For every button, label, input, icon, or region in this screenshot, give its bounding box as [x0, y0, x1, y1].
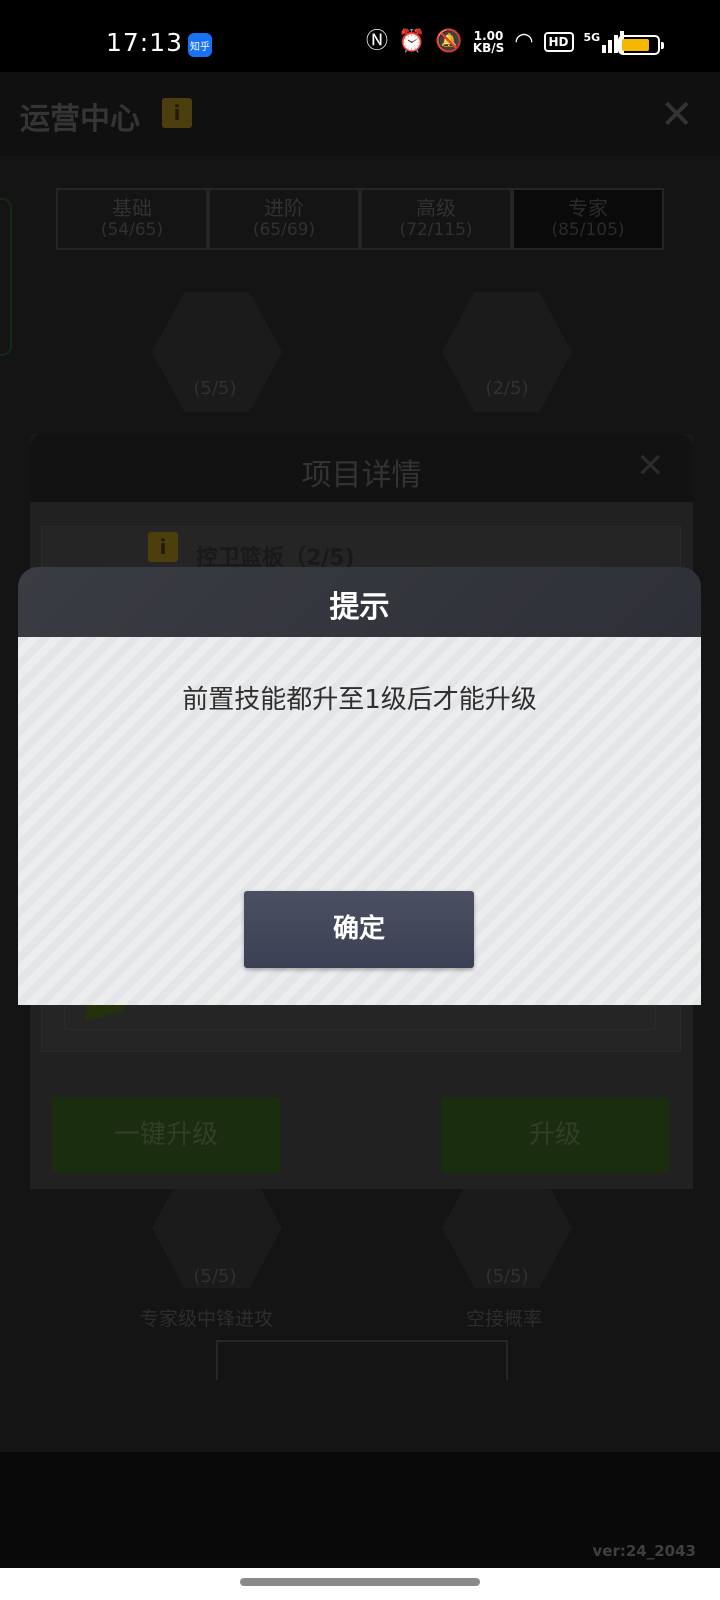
status-icons: Ⓝ ⏰ 🔕 1.00 KB/S ◠ HD 5G: [366, 29, 625, 54]
confirm-button[interactable]: 确定: [244, 891, 474, 968]
nfc-icon: Ⓝ: [366, 29, 389, 54]
dialog-title: 提示: [329, 590, 390, 625]
status-time: 17:13: [106, 28, 184, 57]
battery-icon: [618, 35, 664, 55]
home-indicator[interactable]: [240, 1578, 480, 1586]
net-speed: 1.00 KB/S: [473, 30, 504, 54]
alarm-icon: ⏰: [398, 29, 426, 54]
zhihu-app-icon: 知乎: [188, 33, 212, 57]
network-type: 5G: [583, 31, 601, 44]
dialog-message: 前置技能都升至1级后才能升级: [182, 685, 537, 715]
mute-icon: 🔕: [435, 29, 463, 54]
wifi-icon: ◠: [514, 29, 534, 54]
prompt-dialog: 提示 前置技能都升至1级后才能升级 确定: [18, 567, 701, 1005]
status-bar: 17:13 知乎 Ⓝ ⏰ 🔕 1.00 KB/S ◠ HD 5G: [0, 0, 720, 72]
hd-badge: HD: [543, 32, 574, 52]
net-speed-unit: KB/S: [472, 41, 505, 55]
